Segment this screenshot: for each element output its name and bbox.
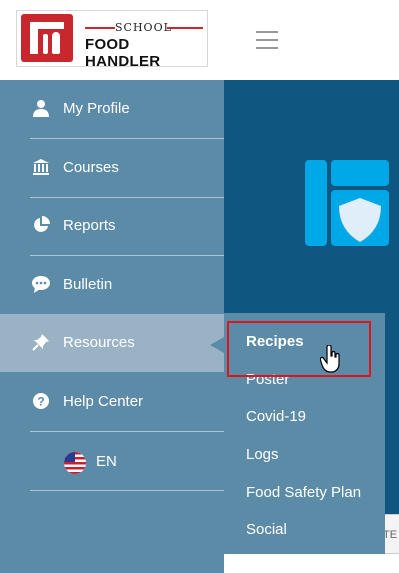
footer-area: [224, 554, 399, 573]
logo-bar: SCHOOL FOOD HANDLER: [0, 0, 224, 80]
sidebar-item-courses[interactable]: Courses: [0, 139, 224, 197]
sidebar-item-my-profile[interactable]: My Profile: [0, 80, 224, 138]
chat-bubble-icon: [32, 276, 50, 293]
submenu-item-social[interactable]: Social: [246, 521, 287, 538]
user-icon: [33, 100, 49, 117]
logo-rule: [85, 27, 115, 29]
pie-chart-icon: [34, 216, 50, 232]
sidebar-item-label: Reports: [63, 217, 116, 234]
recipes-highlight-box: [227, 321, 371, 377]
submenu-item-food-safety-plan[interactable]: Food Safety Plan: [246, 484, 361, 501]
bank-icon: [33, 159, 49, 175]
submenu-item-logs[interactable]: Logs: [246, 446, 279, 463]
sidebar-item-label: Help Center: [63, 393, 144, 410]
sidebar-item-label: Resources: [63, 334, 135, 351]
sidebar-item-resources[interactable]: Resources: [0, 314, 224, 372]
school-food-handler-logo[interactable]: SCHOOL FOOD HANDLER: [16, 10, 208, 70]
hand-cursor-icon: [320, 345, 340, 373]
logo-bottom-text: FOOD HANDLER: [85, 36, 161, 70]
app-logo-icon: [305, 160, 389, 246]
svg-text:?: ?: [37, 395, 44, 409]
hamburger-menu-icon[interactable]: [256, 31, 278, 49]
sidebar-item-reports[interactable]: Reports: [0, 197, 224, 255]
strip-text: TE: [385, 529, 398, 541]
sidebar-item-bulletin[interactable]: Bulletin: [0, 256, 224, 314]
logo-top-text: SCHOOL: [115, 21, 172, 34]
sidebar-item-label: My Profile: [63, 100, 130, 117]
us-flag-icon: [64, 452, 86, 474]
header-bar: [224, 0, 399, 80]
logo-rule: [167, 27, 203, 29]
submenu-item-covid-19[interactable]: Covid-19: [246, 408, 306, 425]
sidebar-item-label: Bulletin: [63, 276, 113, 293]
sidebar-item-label: Courses: [63, 159, 119, 176]
logo-mark-icon: [21, 14, 73, 62]
divider: [30, 490, 224, 491]
language-label: EN: [96, 453, 117, 470]
language-selector[interactable]: EN: [0, 432, 224, 490]
pushpin-icon: [32, 334, 49, 351]
active-indicator-arrow: [210, 337, 224, 353]
partial-content-strip: TE: [385, 514, 399, 554]
sidebar-item-help-center[interactable]: ? Help Center: [0, 373, 224, 431]
question-circle-icon: ?: [33, 393, 49, 409]
